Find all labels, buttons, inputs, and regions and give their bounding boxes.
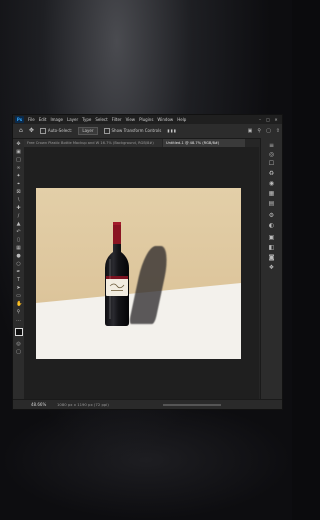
history-icon[interactable]: ♻ xyxy=(268,170,275,177)
minimize-icon[interactable]: – xyxy=(256,115,264,124)
menu-bar: File Edit Image Layer Type Select Filter… xyxy=(28,115,190,124)
layers-toggle-icon[interactable]: ≡ xyxy=(268,142,275,149)
hand-tool-icon[interactable]: ✋ xyxy=(16,302,22,307)
tab-untitled-1[interactable]: Untitled-1 @ 48.7% (RGB/8#) xyxy=(163,139,245,147)
quick-mask-icon[interactable]: ◎ xyxy=(16,342,21,347)
artboard-tool-icon[interactable]: ▣ xyxy=(16,150,21,155)
color-icon[interactable]: ◉ xyxy=(268,180,275,187)
document-info: 1080 px x 1190 px (72 ppi) xyxy=(57,402,109,407)
horizontal-scrollbar[interactable] xyxy=(163,404,221,406)
quick-select-tool-icon[interactable]: ✦ xyxy=(16,174,21,179)
3d-mode-icon[interactable]: ▣ xyxy=(248,128,253,134)
comments-icon[interactable]: ☐ xyxy=(268,160,275,167)
frame-tool-icon[interactable]: ⊠ xyxy=(16,190,21,195)
healing-brush-tool-icon[interactable]: ✚ xyxy=(16,206,21,211)
checkbox-icon xyxy=(103,128,110,134)
crop-tool-icon[interactable]: ⌖ xyxy=(16,182,21,187)
libraries-icon[interactable]: ▣ xyxy=(268,234,275,241)
background-glow xyxy=(0,400,292,520)
share-icon[interactable]: ⇧ xyxy=(276,128,280,134)
photoshop-logo: Ps xyxy=(15,116,24,123)
menu-edit[interactable]: Edit xyxy=(39,115,47,124)
right-panel-dock: ≡ ◎ ☐ ♻ ◉ ▦ ▤ ⚙ ◐ ▣ ◧ ◙ ❖ xyxy=(260,138,282,399)
gradients-icon[interactable]: ▤ xyxy=(268,200,275,207)
swatches-icon[interactable]: ▦ xyxy=(268,190,275,197)
path-select-tool-icon[interactable]: ➤ xyxy=(16,286,21,291)
properties-icon[interactable]: ⚙ xyxy=(268,212,275,219)
checkbox-icon xyxy=(39,128,46,134)
brush-tool-icon[interactable]: ∕ xyxy=(16,214,21,219)
title-bar: Ps File Edit Image Layer Type Select Fil… xyxy=(13,115,282,124)
show-transform-label: Show Transform Controls xyxy=(111,128,162,133)
show-transform-checkbox[interactable]: Show Transform Controls xyxy=(103,124,162,138)
close-icon[interactable]: ✕ xyxy=(272,115,280,124)
dodge-tool-icon[interactable]: ○ xyxy=(16,262,21,267)
maximize-icon[interactable]: □ xyxy=(264,115,272,124)
layers-icon[interactable]: ◧ xyxy=(268,244,275,251)
lasso-tool-icon[interactable]: ∞ xyxy=(16,166,21,171)
learn-icon[interactable]: ◎ xyxy=(268,151,275,158)
gradient-tool-icon[interactable]: ▦ xyxy=(16,246,21,251)
type-tool-icon[interactable]: T xyxy=(16,278,21,283)
move-tool-icon[interactable]: ✥ xyxy=(29,124,34,138)
zoom-tool-icon[interactable]: ⚲ xyxy=(16,310,21,315)
workspace-icon[interactable]: ▢ xyxy=(266,128,271,134)
menu-image[interactable]: Image xyxy=(50,115,63,124)
menu-window[interactable]: Window xyxy=(157,115,173,124)
menu-plugins[interactable]: Plugins xyxy=(139,115,153,124)
canvas-workspace[interactable] xyxy=(24,147,263,399)
foreground-color-swatch[interactable] xyxy=(15,328,23,336)
home-icon[interactable]: ⌂ xyxy=(19,124,23,138)
document-tabs: Free Crown Plastic Bottle Mockup and W 1… xyxy=(24,139,259,147)
menu-select[interactable]: Select xyxy=(95,115,107,124)
window-controls: – □ ✕ xyxy=(256,115,280,124)
pen-tool-icon[interactable]: ✒ xyxy=(16,270,21,275)
clone-stamp-tool-icon[interactable]: ▲ xyxy=(16,222,21,227)
paths-icon[interactable]: ❖ xyxy=(268,264,275,271)
wine-bottle xyxy=(105,222,129,326)
tab-bottle-mockup[interactable]: Free Crown Plastic Bottle Mockup and W 1… xyxy=(24,139,162,147)
marquee-tool-icon[interactable]: □ xyxy=(16,158,21,163)
eraser-tool-icon[interactable]: ▯ xyxy=(16,238,21,243)
options-right: ▣ ⚲ ▢ ⇧ xyxy=(243,124,280,138)
photoshop-window: Ps File Edit Image Layer Type Select Fil… xyxy=(12,114,283,410)
status-bar: 48.66% 1080 px x 1190 px (72 ppi) xyxy=(13,399,282,409)
shape-tool-icon[interactable]: ▭ xyxy=(16,294,21,299)
search-icon[interactable]: ⚲ xyxy=(257,128,261,134)
layer-select-dropdown[interactable]: Layer xyxy=(78,124,98,138)
document-canvas[interactable] xyxy=(36,188,241,359)
auto-select-label: Auto-Select: xyxy=(47,128,73,133)
menu-type[interactable]: Type xyxy=(82,115,91,124)
move-tool-icon[interactable]: ✥ xyxy=(16,142,21,147)
menu-file[interactable]: File xyxy=(28,115,35,124)
more-tools-icon[interactable]: … xyxy=(16,318,21,323)
blur-tool-icon[interactable]: ● xyxy=(16,254,21,259)
history-brush-tool-icon[interactable]: ↶ xyxy=(16,230,21,235)
menu-help[interactable]: Help xyxy=(177,115,186,124)
adjustments-icon[interactable]: ◐ xyxy=(268,222,275,229)
eyedropper-tool-icon[interactable]: ∖ xyxy=(16,198,21,203)
zoom-level[interactable]: 48.66% xyxy=(31,400,46,409)
menu-view[interactable]: View xyxy=(126,115,136,124)
options-bar: ⌂ ✥ Auto-Select: Layer Show Transform Co… xyxy=(13,124,282,139)
auto-select-checkbox[interactable]: Auto-Select: xyxy=(39,124,73,138)
bottle-capsule xyxy=(113,222,121,244)
menu-filter[interactable]: Filter xyxy=(112,115,122,124)
channels-icon[interactable]: ◙ xyxy=(268,254,275,261)
layer-select-value: Layer xyxy=(78,127,98,135)
screen-mode-icon[interactable]: ▢ xyxy=(16,350,21,355)
align-icons[interactable]: ▮▮▮ xyxy=(167,124,177,138)
menu-layer[interactable]: Layer xyxy=(67,115,78,124)
